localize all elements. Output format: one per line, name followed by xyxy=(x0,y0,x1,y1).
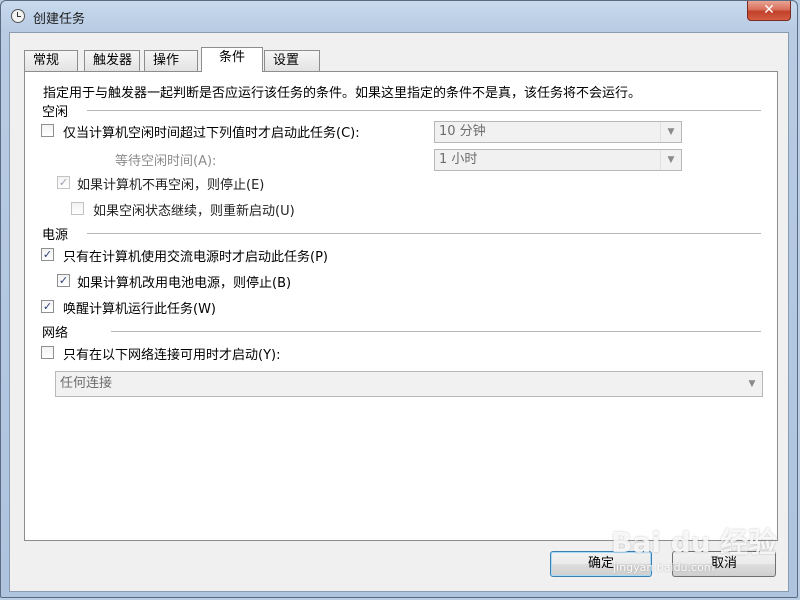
conditions-panel: 指定用于与触发器一起判断是否应运行该任务的条件。如果这里指定的条件不是真，该任务… xyxy=(24,71,778,541)
chevron-down-icon[interactable]: ▼ xyxy=(742,372,762,396)
close-icon: ✕ xyxy=(763,2,775,18)
network-connection-combo[interactable]: 任何连接 ▼ xyxy=(55,371,763,397)
ac-only-checkbox[interactable]: ✓ xyxy=(41,248,54,261)
tab-actions[interactable]: 操作 xyxy=(144,50,198,71)
wake-to-run-checkbox[interactable]: ✓ xyxy=(41,300,54,313)
task-scheduler-clock-icon xyxy=(11,9,25,23)
idle-duration-combo[interactable]: 10 分钟 ▼ xyxy=(434,121,682,143)
restart-if-idle-checkbox[interactable] xyxy=(71,202,84,215)
chevron-down-icon[interactable]: ▼ xyxy=(660,150,681,170)
idle-group-label: 空闲 xyxy=(42,105,69,120)
stop-on-battery-label: 如果计算机改用电池电源，则停止(B) xyxy=(77,276,292,291)
stop-if-not-idle-label: 如果计算机不再空闲，则停止(E) xyxy=(77,178,265,193)
stop-on-battery-checkbox[interactable]: ✓ xyxy=(57,274,70,287)
wait-duration-combo[interactable]: 1 小时 ▼ xyxy=(434,149,682,171)
window-title: 创建任务 xyxy=(33,12,86,27)
chevron-down-icon[interactable]: ▼ xyxy=(660,122,681,142)
wait-idle-label: 等待空闲时间(A): xyxy=(115,154,217,169)
tab-conditions[interactable]: 条件 xyxy=(201,47,263,72)
restart-if-idle-label: 如果空闲状态继续，则重新启动(U) xyxy=(93,204,295,219)
idle-group-divider xyxy=(87,110,761,112)
network-only-checkbox[interactable] xyxy=(41,346,54,359)
network-group-label: 网络 xyxy=(42,326,69,341)
title-bar[interactable]: 创建任务 ✕ xyxy=(1,1,797,31)
start-if-idle-label: 仅当计算机空闲时间超过下列值时才启动此任务(C): xyxy=(63,126,360,141)
tab-triggers[interactable]: 触发器 xyxy=(84,50,140,71)
network-only-label: 只有在以下网络连接可用时才启动(Y): xyxy=(63,348,281,363)
dialog-client-area: 常规 触发器 操作 条件 设置 指定用于与触发器一起判断是否应运行该任务的条件。… xyxy=(9,32,789,592)
network-group-divider xyxy=(111,331,761,333)
baidu-watermark: Bai du 经验 xyxy=(611,526,777,559)
start-if-idle-checkbox[interactable] xyxy=(41,124,54,137)
tab-general[interactable]: 常规 xyxy=(24,50,78,71)
idle-duration-value: 10 分钟 xyxy=(439,124,486,139)
create-task-dialog: 创建任务 ✕ 常规 触发器 操作 条件 设置 指定用于与触发器一起判断是否应运行… xyxy=(0,0,798,598)
wait-duration-value: 1 小时 xyxy=(439,152,478,167)
stop-if-not-idle-checkbox[interactable]: ✓ xyxy=(57,176,70,189)
baidu-watermark-url: jingyan.baidu.com xyxy=(613,561,715,574)
tab-settings[interactable]: 设置 xyxy=(264,50,320,71)
close-button[interactable]: ✕ xyxy=(747,1,791,21)
power-group-divider xyxy=(87,233,761,235)
power-group-label: 电源 xyxy=(42,228,69,243)
ac-only-label: 只有在计算机使用交流电源时才启动此任务(P) xyxy=(63,250,328,265)
conditions-description: 指定用于与触发器一起判断是否应运行该任务的条件。如果这里指定的条件不是真，该任务… xyxy=(43,86,642,101)
wake-to-run-label: 唤醒计算机运行此任务(W) xyxy=(63,302,216,317)
network-connection-value: 任何连接 xyxy=(60,376,113,391)
